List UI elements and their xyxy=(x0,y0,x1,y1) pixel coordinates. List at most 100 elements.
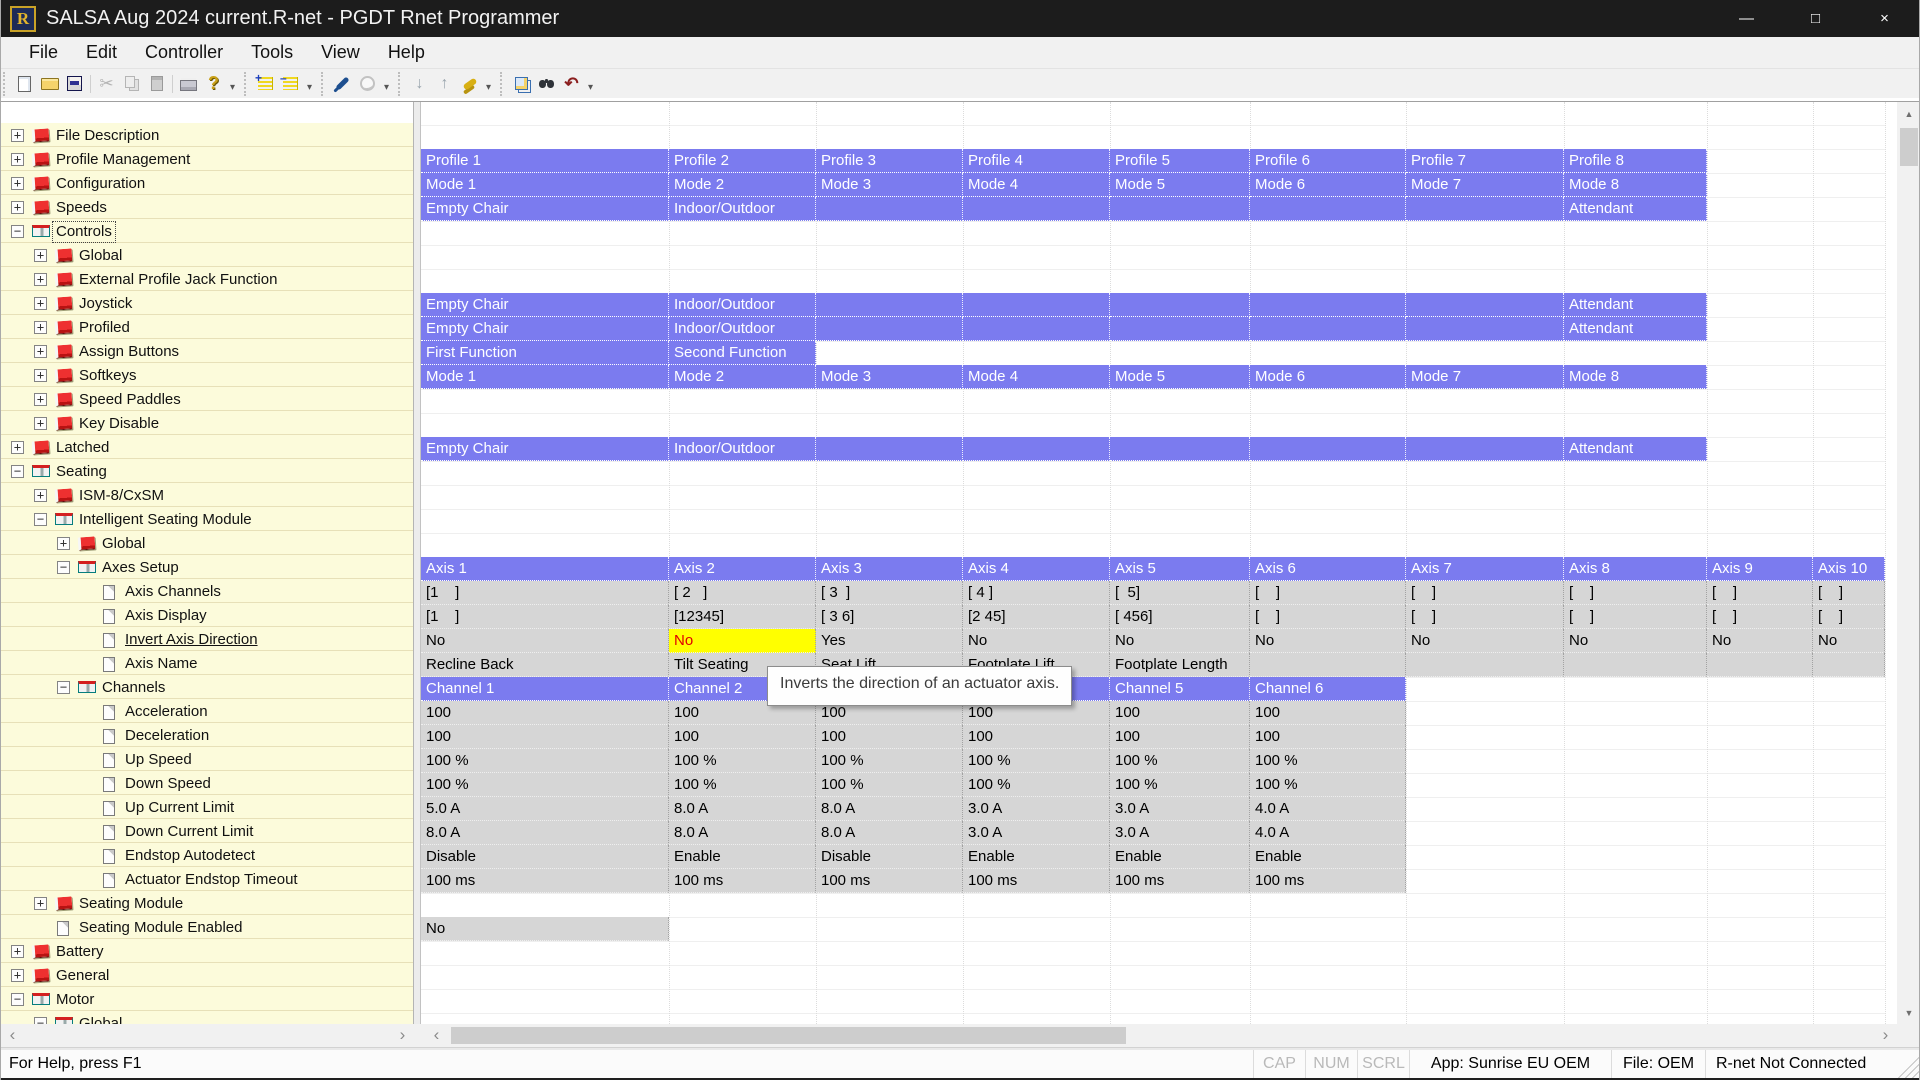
grid-cell[interactable]: No xyxy=(963,629,1110,653)
collapse-all-icon[interactable]: – xyxy=(278,72,303,96)
tree-item-label[interactable]: Global xyxy=(102,534,145,554)
grid-cell[interactable]: No xyxy=(669,629,816,653)
vertical-scroll-thumb[interactable] xyxy=(1900,128,1918,166)
tree-hscrollbar[interactable]: ‹ › xyxy=(1,1024,414,1047)
toolbar-overflow-icon[interactable]: ▾ xyxy=(226,72,239,96)
tree-item-seating-module-enabled[interactable]: Seating Module Enabled xyxy=(1,916,413,940)
scroll-down-icon[interactable]: ▼ xyxy=(1897,1001,1920,1024)
tree-item-label[interactable]: Acceleration xyxy=(125,702,208,722)
grid-cell[interactable]: Disable xyxy=(421,845,669,869)
grid-cell[interactable]: 100 ms xyxy=(421,869,669,893)
grid-cell[interactable]: 100 ms xyxy=(963,869,1110,893)
vertical-scrollbar[interactable]: ▲ ▼ xyxy=(1897,102,1920,1024)
tree-item-label[interactable]: Channels xyxy=(102,678,165,698)
grid-cell[interactable]: 4.0 A xyxy=(1250,821,1406,845)
toolbar-overflow-icon[interactable]: ▾ xyxy=(303,72,316,96)
expand-icon[interactable]: + xyxy=(34,393,47,406)
grid-cell[interactable]: 3.0 A xyxy=(963,821,1110,845)
tree-item-label[interactable]: Seating Module Enabled xyxy=(79,918,242,938)
tree-item-axis-display[interactable]: Axis Display xyxy=(1,604,413,628)
collapse-icon[interactable]: − xyxy=(34,1017,47,1024)
paste-icon[interactable] xyxy=(144,72,169,96)
expand-icon[interactable]: + xyxy=(34,249,47,262)
toolbar-overflow-icon[interactable]: ▾ xyxy=(380,72,393,96)
keys-icon[interactable] xyxy=(457,72,482,96)
menu-edit[interactable]: Edit xyxy=(72,37,131,68)
new-icon[interactable] xyxy=(12,72,37,96)
tree-scroll-right-icon[interactable]: › xyxy=(391,1024,414,1047)
tree-item-label[interactable]: Seating Module xyxy=(79,894,183,914)
tree-item-label[interactable]: Battery xyxy=(56,942,104,962)
grid-cell[interactable]: 8.0 A xyxy=(421,821,669,845)
expand-icon[interactable]: + xyxy=(11,153,24,166)
grid-cell[interactable]: No xyxy=(1250,629,1406,653)
grid-cell[interactable]: Enable xyxy=(963,845,1110,869)
grid-cell[interactable]: [ ] xyxy=(1813,605,1885,629)
tree-item-label[interactable]: Assign Buttons xyxy=(79,342,179,362)
grid-cell[interactable]: No xyxy=(1110,629,1250,653)
tree-item-controls[interactable]: −Controls xyxy=(1,220,413,244)
toolbar-overflow-icon[interactable]: ▾ xyxy=(482,72,495,96)
grid-cell[interactable] xyxy=(1707,653,1813,677)
grid-cell[interactable]: 100 xyxy=(421,701,669,725)
tree-item-external-profile-jack-function[interactable]: +External Profile Jack Function xyxy=(1,268,413,292)
tree-item-label[interactable]: Invert Axis Direction xyxy=(125,630,258,650)
grid-cell[interactable]: 8.0 A xyxy=(816,821,963,845)
grid-cell[interactable]: 100 xyxy=(1110,701,1250,725)
expand-icon[interactable]: + xyxy=(34,345,47,358)
grid-cell[interactable]: [ ] xyxy=(1813,581,1885,605)
tree-item-joystick[interactable]: + Joystick xyxy=(1,292,413,316)
grid-cell[interactable]: 100 % xyxy=(816,749,963,773)
tree-item-global[interactable]: + Global xyxy=(1,244,413,268)
grid-cell[interactable]: 100 % xyxy=(421,749,669,773)
scroll-up-icon[interactable]: ▲ xyxy=(1897,102,1920,125)
timer-icon[interactable] xyxy=(355,72,380,96)
tree-item-key-disable[interactable]: +Key Disable xyxy=(1,412,413,436)
grid-cell[interactable]: [ 2 ] xyxy=(669,581,816,605)
tree-item-label[interactable]: Speeds xyxy=(56,198,107,218)
expand-icon[interactable]: + xyxy=(34,897,47,910)
expand-icon[interactable]: + xyxy=(34,369,47,382)
grid-cell[interactable]: 100 xyxy=(1250,725,1406,749)
grid-cell[interactable]: [ 3 ] xyxy=(816,581,963,605)
expand-icon[interactable]: + xyxy=(34,297,47,310)
tree-item-label[interactable]: Up Current Limit xyxy=(125,798,234,818)
wrench-icon[interactable] xyxy=(330,72,355,96)
tree-item-label[interactable]: Axes Setup xyxy=(102,558,179,578)
grid-cell[interactable]: 100 ms xyxy=(1110,869,1250,893)
grid-cell[interactable] xyxy=(1564,653,1707,677)
grid-cell[interactable]: [ 5] xyxy=(1110,581,1250,605)
minimize-button[interactable]: — xyxy=(1712,0,1781,37)
expand-icon[interactable]: + xyxy=(34,321,47,334)
grid-cell[interactable]: [ 456] xyxy=(1110,605,1250,629)
expand-icon[interactable]: + xyxy=(34,273,47,286)
grid-cell[interactable]: 3.0 A xyxy=(963,797,1110,821)
grid-cell[interactable]: [ ] xyxy=(1564,605,1707,629)
undo-icon[interactable]: ↶ xyxy=(559,72,584,96)
expand-all-icon[interactable]: + xyxy=(253,72,278,96)
grid-cell[interactable]: 100 xyxy=(1110,725,1250,749)
tree-item-down-speed[interactable]: Down Speed xyxy=(1,772,413,796)
tree-item-label[interactable]: Global xyxy=(79,246,122,266)
grid-cell[interactable]: 100 % xyxy=(963,749,1110,773)
grid-cell[interactable]: Disable xyxy=(816,845,963,869)
maximize-button[interactable]: □ xyxy=(1781,0,1850,37)
toolbar-overflow-icon[interactable]: ▾ xyxy=(584,72,597,96)
tree-item-ism-8-cxsm[interactable]: +ISM-8/CxSM xyxy=(1,484,413,508)
tree-item-label[interactable]: General xyxy=(56,966,109,986)
tree-item-battery[interactable]: +Battery xyxy=(1,940,413,964)
tree-item-global[interactable]: −Global xyxy=(1,1012,413,1024)
tree-item-profile-management[interactable]: +Profile Management xyxy=(1,148,413,172)
grid-cell[interactable] xyxy=(1250,653,1406,677)
grid-cell[interactable]: No xyxy=(1406,629,1564,653)
grid-cell[interactable]: 4.0 A xyxy=(1250,797,1406,821)
tree-item-speeds[interactable]: +Speeds xyxy=(1,196,413,220)
collapse-icon[interactable]: − xyxy=(11,993,24,1006)
grid-cell[interactable]: [1 ] xyxy=(421,581,669,605)
close-button[interactable]: × xyxy=(1850,0,1919,37)
tree-scroll-left-icon[interactable]: ‹ xyxy=(1,1024,24,1047)
tree-item-label[interactable]: Joystick xyxy=(79,294,132,314)
grid-cell[interactable]: 100 xyxy=(963,725,1110,749)
grid-cell[interactable]: 8.0 A xyxy=(816,797,963,821)
tree-item-down-current-limit[interactable]: Down Current Limit xyxy=(1,820,413,844)
